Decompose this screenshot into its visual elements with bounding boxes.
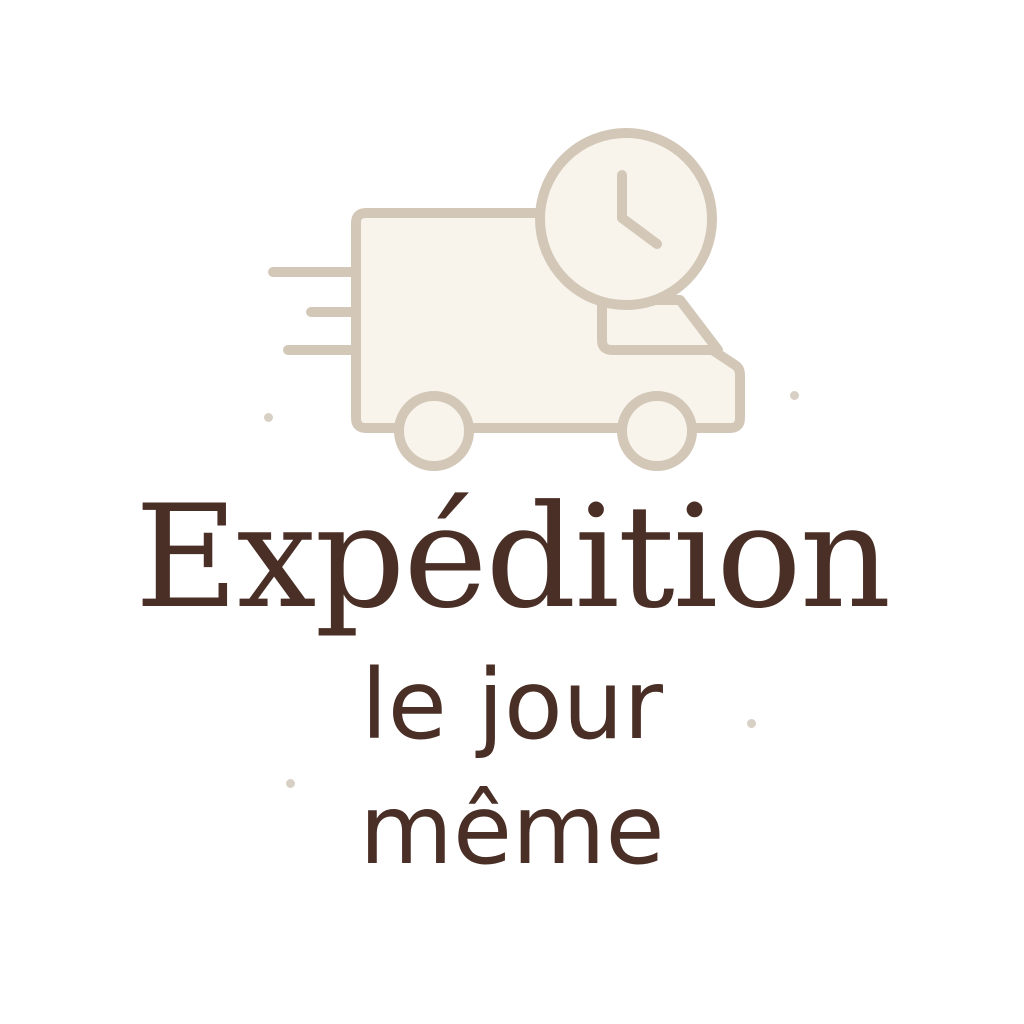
subline-line-2: même: [359, 774, 665, 886]
clock-icon: [535, 128, 717, 310]
sparkle-dot: [790, 391, 799, 400]
subline-line-1: le jour: [361, 649, 663, 761]
badge-card: Expédition le jour même: [0, 0, 1024, 1024]
delivery-illustration: [268, 128, 745, 471]
sparkle-dot: [264, 413, 273, 422]
headline: Expédition: [134, 475, 891, 640]
